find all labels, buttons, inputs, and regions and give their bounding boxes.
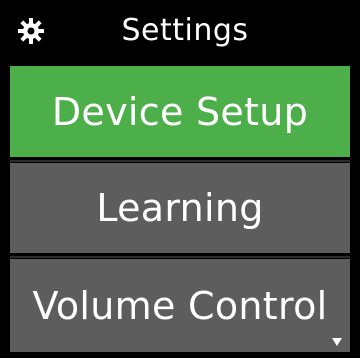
frame-bottom — [0, 352, 360, 358]
divider — [10, 256, 350, 258]
divider — [10, 160, 350, 162]
page-title: Settings — [121, 13, 249, 48]
menu-item-label: Learning — [96, 186, 264, 230]
menu-item-label: Volume Control — [32, 283, 328, 328]
header-bar: Settings — [0, 0, 360, 62]
frame-right — [350, 62, 360, 358]
menu-item-label: Device Setup — [51, 89, 309, 134]
menu-item-volume-control[interactable]: Volume Control — [10, 259, 350, 352]
menu-item-learning[interactable]: Learning — [10, 163, 350, 253]
settings-screen: Settings Device Setup Learning Volume Co… — [0, 0, 360, 358]
menu-item-device-setup[interactable]: Device Setup — [10, 66, 350, 157]
frame-left — [0, 62, 10, 358]
scroll-down-icon[interactable] — [332, 338, 342, 346]
